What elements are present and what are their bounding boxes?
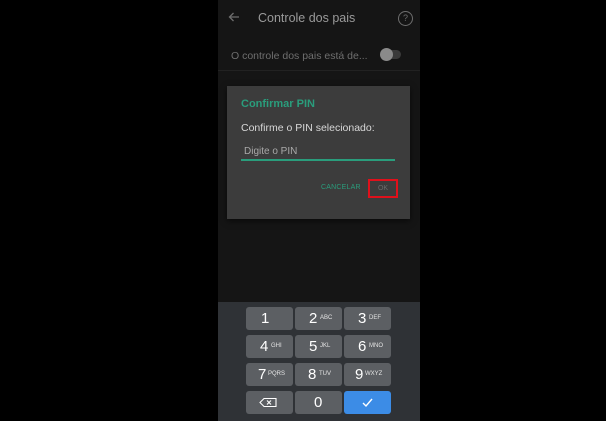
key-number: 7 bbox=[258, 366, 267, 383]
confirm-pin-dialog: Confirmar PIN Confirme o PIN selecionado… bbox=[227, 86, 410, 219]
key-letters: PQRS bbox=[268, 371, 286, 377]
phone-screen: Controle dos pais ? O controle dos pais … bbox=[218, 0, 420, 421]
cancel-button[interactable]: CANCELAR bbox=[321, 184, 361, 191]
help-circle-icon[interactable]: ? bbox=[398, 11, 413, 26]
toggle-knob bbox=[380, 48, 393, 61]
numeric-keypad: 1 2 ABC 3 DEF 4 GHI 5 JKL 6 MNO 7 PQRS 8… bbox=[218, 302, 420, 421]
key-4[interactable]: 4 GHI bbox=[246, 335, 293, 358]
page-title: Controle dos pais bbox=[258, 11, 356, 25]
app-bar: Controle dos pais ? bbox=[218, 0, 420, 36]
parental-control-row[interactable]: O controle dos pais está de... bbox=[218, 40, 420, 70]
key-number: 2 bbox=[309, 310, 318, 327]
key-6[interactable]: 6 MNO bbox=[344, 335, 391, 358]
key-letters: MNO bbox=[369, 343, 383, 349]
done-key[interactable] bbox=[344, 391, 391, 414]
key-3[interactable]: 3 DEF bbox=[344, 307, 391, 330]
key-2[interactable]: 2 ABC bbox=[295, 307, 342, 330]
key-5[interactable]: 5 JKL bbox=[295, 335, 342, 358]
key-number: 4 bbox=[260, 338, 269, 355]
ok-button[interactable]: OK bbox=[368, 179, 398, 198]
key-letters: GHI bbox=[271, 343, 282, 349]
key-number: 8 bbox=[308, 366, 317, 383]
key-number: 9 bbox=[355, 366, 364, 383]
key-number: 3 bbox=[358, 310, 367, 327]
key-7[interactable]: 7 PQRS bbox=[246, 363, 293, 386]
pin-input[interactable] bbox=[241, 144, 395, 161]
key-letters: JKL bbox=[320, 343, 331, 349]
key-number: 1 bbox=[261, 310, 270, 327]
backspace-key[interactable] bbox=[246, 391, 293, 414]
key-letters: ABC bbox=[320, 315, 333, 321]
key-8[interactable]: 8 TUV bbox=[295, 363, 342, 386]
key-9[interactable]: 9 WXYZ bbox=[344, 363, 391, 386]
key-1[interactable]: 1 bbox=[246, 307, 293, 330]
key-0[interactable]: 0 bbox=[295, 391, 342, 414]
key-number: 0 bbox=[314, 394, 323, 411]
key-number: 5 bbox=[309, 338, 318, 355]
screenshot-frame: Controle dos pais ? O controle dos pais … bbox=[0, 0, 606, 421]
divider bbox=[218, 70, 420, 71]
parental-control-toggle[interactable] bbox=[380, 48, 401, 61]
key-letters: DEF bbox=[369, 315, 381, 321]
dialog-message: Confirme o PIN selecionado: bbox=[241, 122, 375, 134]
parental-control-label: O controle dos pais está de... bbox=[231, 50, 368, 62]
backspace-icon bbox=[259, 397, 277, 408]
check-icon bbox=[362, 398, 373, 408]
dialog-title: Confirmar PIN bbox=[241, 98, 315, 110]
arrow-left-icon[interactable] bbox=[226, 9, 242, 25]
key-letters: WXYZ bbox=[365, 371, 383, 377]
key-letters: TUV bbox=[319, 371, 331, 377]
key-number: 6 bbox=[358, 338, 367, 355]
